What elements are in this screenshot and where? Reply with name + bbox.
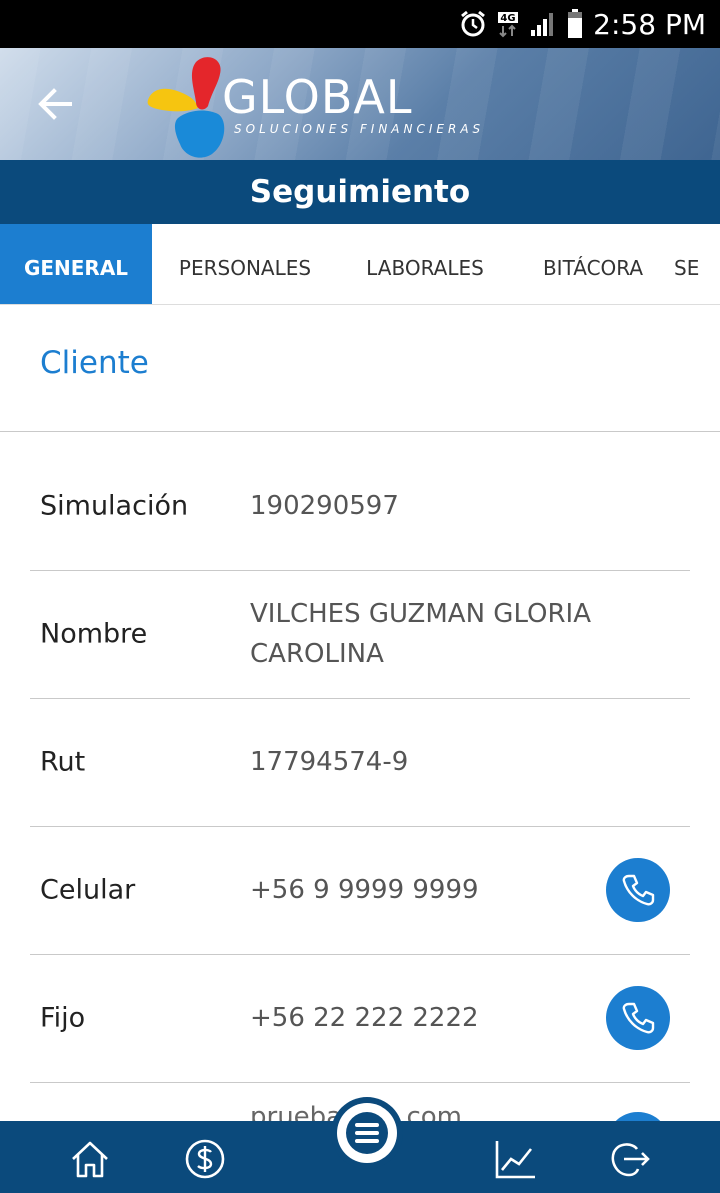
company-logo: GLOBAL SOLUCIONES FINANCIERAS (140, 52, 490, 158)
chart-icon (495, 1141, 535, 1179)
dollar-icon (185, 1139, 225, 1179)
section-header: Cliente (0, 305, 720, 432)
svg-text:4G: 4G (501, 13, 516, 24)
phone-icon (622, 1002, 655, 1034)
nav-dollar-button[interactable] (183, 1137, 227, 1181)
alarm-icon (461, 10, 486, 37)
field-label: Nombre (40, 618, 148, 650)
menu-button[interactable] (331, 1097, 403, 1169)
title-bar: Seguimiento (0, 160, 720, 224)
tab-personales[interactable]: PERSONALES (152, 224, 338, 304)
nav-logout-button[interactable] (607, 1137, 651, 1181)
call-fijo-button[interactable] (606, 986, 670, 1050)
field-label: Fijo (40, 1002, 86, 1034)
status-time: 2:58 PM (593, 7, 706, 41)
nav-home-button[interactable] (68, 1137, 112, 1181)
phone-icon (622, 874, 655, 906)
back-button[interactable] (30, 82, 82, 126)
field-row-nombre: Nombre VILCHES GUZMAN GLORIA CAROLINA (30, 570, 690, 699)
section-title: Cliente (40, 345, 149, 381)
field-row-fijo: Fijo +56 22 222 2222 (30, 954, 690, 1083)
tab-bitacora[interactable]: BITÁCORA (512, 224, 674, 304)
field-row-celular: Celular +56 9 9999 9999 (30, 826, 690, 955)
app-header: GLOBAL SOLUCIONES FINANCIERAS (0, 48, 720, 160)
field-value: 17794574-9 (250, 747, 409, 777)
home-icon (72, 1141, 108, 1178)
field-value: +56 9 9999 9999 (250, 875, 479, 905)
status-bar: 4G 2:58 PM (0, 0, 720, 48)
field-label: Simulación (40, 490, 189, 522)
page-title: Seguimiento (249, 174, 471, 210)
arrow-left-icon (38, 88, 72, 120)
menu-button-inner (337, 1103, 397, 1163)
tab-se[interactable]: SE (674, 224, 720, 304)
field-value: VILCHES GUZMAN GLORIA CAROLINA (250, 599, 591, 669)
field-value: 190290597 (250, 491, 399, 521)
logo-subtext: SOLUCIONES FINANCIERAS (234, 122, 485, 136)
menu-icon (346, 1112, 388, 1154)
signal-icon (531, 13, 554, 36)
tab-laborales[interactable]: LABORALES (338, 224, 512, 304)
nav-chart-button[interactable] (493, 1137, 537, 1181)
call-celular-button[interactable] (606, 858, 670, 922)
field-row-simulacion: Simulación 190290597 (30, 442, 690, 571)
network-4g-icon: 4G (498, 12, 519, 38)
field-value: +56 22 222 2222 (250, 1003, 479, 1033)
field-label: Rut (40, 746, 86, 778)
battery-icon (568, 9, 583, 38)
field-row-rut: Rut 17794574-9 (30, 698, 690, 827)
tab-general[interactable]: GENERAL (0, 224, 152, 304)
logout-icon (611, 1143, 650, 1177)
field-label: Celular (40, 874, 136, 906)
tab-bar: GENERAL PERSONALES LABORALES BITÁCORA SE (0, 224, 720, 305)
logo-text: GLOBAL (222, 70, 413, 124)
